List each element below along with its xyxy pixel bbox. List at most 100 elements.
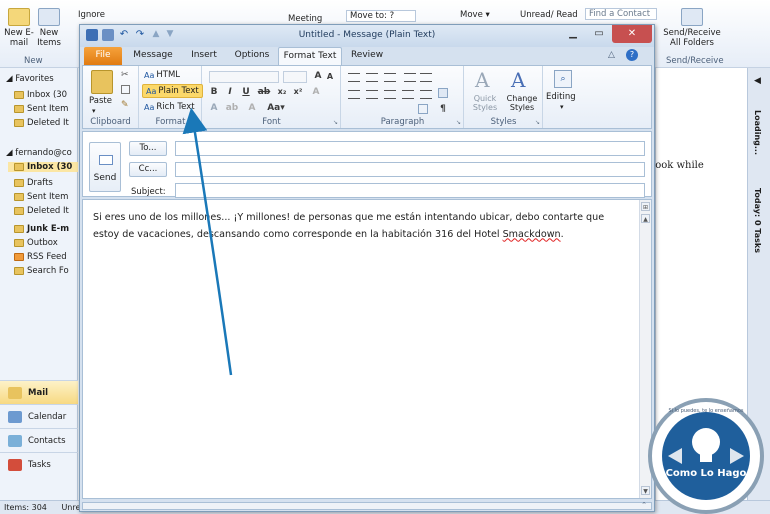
body-text[interactable]: Si eres uno de los millones... ¡Y millon… xyxy=(93,210,623,243)
change-styles-icon: A xyxy=(511,68,526,92)
editing-button[interactable]: Editing xyxy=(546,92,576,102)
folder-rss-feeds[interactable]: RSS Feed xyxy=(14,252,67,262)
message-body[interactable]: Si eres uno de los millones... ¡Y millon… xyxy=(82,199,652,499)
highlight-icon[interactable]: ab xyxy=(225,103,239,113)
clear-format-icon[interactable]: A xyxy=(309,87,323,97)
borders-icon[interactable] xyxy=(418,104,428,114)
contacts-icon xyxy=(8,434,22,447)
meeting-button[interactable]: Meeting xyxy=(288,14,322,24)
send-receive-all-button[interactable]: Send/Receive All Folders xyxy=(662,8,722,48)
numbering-icon[interactable] xyxy=(366,73,378,82)
font-color-icon[interactable]: A xyxy=(245,103,259,113)
move-button[interactable]: Move ▾ xyxy=(460,10,490,20)
shrink-font-icon[interactable]: A xyxy=(323,72,337,81)
to-button[interactable]: To... xyxy=(129,141,167,156)
paste-button[interactable]: Paste xyxy=(89,96,112,106)
show-marks-icon[interactable]: ¶ xyxy=(436,104,450,114)
html-button[interactable]: Aa HTML xyxy=(144,70,180,80)
nav-tasks-button[interactable]: Tasks xyxy=(0,452,78,476)
favorite-sent-items[interactable]: Sent Item xyxy=(14,104,68,114)
minimize-button[interactable]: ▁ xyxy=(560,25,586,43)
cc-field[interactable] xyxy=(175,162,645,177)
dialog-launcher-icon[interactable]: ↘ xyxy=(535,119,540,126)
reading-pane-text: look while xyxy=(652,160,704,171)
title-bar[interactable]: ↶ ↷ ▲ ▼ Untitled - Message (Plain Text) … xyxy=(80,25,654,47)
tab-insert[interactable]: Insert xyxy=(182,47,226,65)
text-effects-icon[interactable]: A xyxy=(207,103,221,113)
todo-tasks-label: Today: 0 Tasks xyxy=(753,188,762,253)
ruler-toggle-icon[interactable]: ⊞ xyxy=(641,202,650,211)
plain-text-button[interactable]: Aa Plain Text xyxy=(142,84,203,98)
folder-junk-email[interactable]: Junk E-m xyxy=(14,224,69,234)
change-case-icon[interactable]: Aa▾ xyxy=(265,103,287,113)
folder-outbox[interactable]: Outbox xyxy=(14,238,58,248)
line-spacing-icon[interactable] xyxy=(420,90,432,99)
shading-icon[interactable] xyxy=(438,88,448,98)
bullets-icon[interactable] xyxy=(348,73,360,82)
italic-icon[interactable]: I xyxy=(223,87,237,97)
minimize-ribbon-icon[interactable]: △ xyxy=(608,50,615,60)
tab-message[interactable]: Message xyxy=(128,47,178,65)
tab-review[interactable]: Review xyxy=(346,47,388,65)
favorite-deleted-items[interactable]: Deleted It xyxy=(14,118,69,128)
align-right-icon[interactable] xyxy=(384,90,396,99)
favorites-header[interactable]: ◢ Favorites xyxy=(6,74,54,84)
chevron-left-icon[interactable]: ◀ xyxy=(754,76,761,86)
send-button[interactable]: Send xyxy=(89,142,121,192)
change-styles-button[interactable]: Change Styles xyxy=(503,94,541,112)
folder-search-folders[interactable]: Search Fo xyxy=(14,266,69,276)
rich-text-button[interactable]: Aa Rich Text xyxy=(144,102,195,112)
font-size-combo[interactable] xyxy=(283,71,307,83)
folder-inbox[interactable]: Inbox (30 xyxy=(8,162,78,172)
tab-options[interactable]: Options xyxy=(228,47,276,65)
editing-dropdown-icon[interactable]: ▾ xyxy=(560,103,564,111)
scroll-up-icon[interactable]: ▲ xyxy=(641,214,650,223)
dialog-launcher-icon[interactable]: ↘ xyxy=(456,119,461,126)
expand-icon[interactable]: ⌃ xyxy=(641,501,647,509)
people-pane-strip[interactable]: ⌃ xyxy=(82,501,652,510)
paste-icon[interactable] xyxy=(91,70,113,94)
new-email-button[interactable]: New E-mail xyxy=(4,8,34,48)
to-field[interactable] xyxy=(175,141,645,156)
multilevel-list-icon[interactable] xyxy=(384,73,396,82)
help-icon[interactable]: ? xyxy=(626,49,638,61)
favorite-inbox[interactable]: Inbox (30 xyxy=(14,90,67,100)
align-center-icon[interactable] xyxy=(366,90,378,99)
subject-field[interactable] xyxy=(175,183,645,198)
dialog-launcher-icon[interactable]: ↘ xyxy=(333,119,338,126)
cc-button[interactable]: Cc... xyxy=(129,162,167,177)
account-header[interactable]: ◢ fernando@co xyxy=(6,148,72,158)
close-button[interactable]: ✕ xyxy=(612,25,652,43)
folder-sent-items[interactable]: Sent Item xyxy=(14,192,68,202)
move-to-quickstep[interactable]: Move to: ? xyxy=(346,10,416,22)
nav-contacts-button[interactable]: Contacts xyxy=(0,428,78,452)
increase-indent-icon[interactable] xyxy=(420,73,432,82)
maximize-button[interactable]: ▭ xyxy=(586,25,612,43)
strikethrough-icon[interactable]: ab xyxy=(257,87,271,97)
copy-icon[interactable] xyxy=(121,85,130,94)
folder-drafts[interactable]: Drafts xyxy=(14,178,53,188)
quick-styles-button[interactable]: Quick Styles xyxy=(469,94,501,112)
nav-calendar-button[interactable]: Calendar xyxy=(0,404,78,428)
paste-dropdown-icon[interactable]: ▾ xyxy=(92,107,96,115)
ignore-button[interactable]: Ignore xyxy=(78,10,105,20)
tab-file[interactable]: File xyxy=(84,47,122,65)
nav-mail-button[interactable]: Mail xyxy=(0,380,78,404)
paragraph-group: ¶ Paragraph ↘ xyxy=(342,66,464,128)
superscript-icon[interactable]: x² xyxy=(291,87,305,96)
underline-icon[interactable]: U xyxy=(239,87,253,97)
unread-read-button[interactable]: Unread/ Read xyxy=(520,10,578,20)
new-items-button[interactable]: New Items xyxy=(34,8,64,48)
cut-icon[interactable]: ✂ xyxy=(121,70,129,80)
format-painter-icon[interactable]: ✎ xyxy=(121,100,129,110)
bold-icon[interactable]: B xyxy=(207,87,221,97)
tab-format-text[interactable]: Format Text xyxy=(278,47,342,65)
align-left-icon[interactable] xyxy=(348,90,360,99)
misspelled-word[interactable]: Smackdown xyxy=(503,229,561,240)
folder-deleted-items[interactable]: Deleted It xyxy=(14,206,69,216)
find-contact-input[interactable]: Find a Contact xyxy=(585,8,657,20)
justify-icon[interactable] xyxy=(402,90,414,99)
subscript-icon[interactable]: x₂ xyxy=(275,87,289,96)
font-name-combo[interactable] xyxy=(209,71,279,83)
decrease-indent-icon[interactable] xyxy=(404,73,416,82)
